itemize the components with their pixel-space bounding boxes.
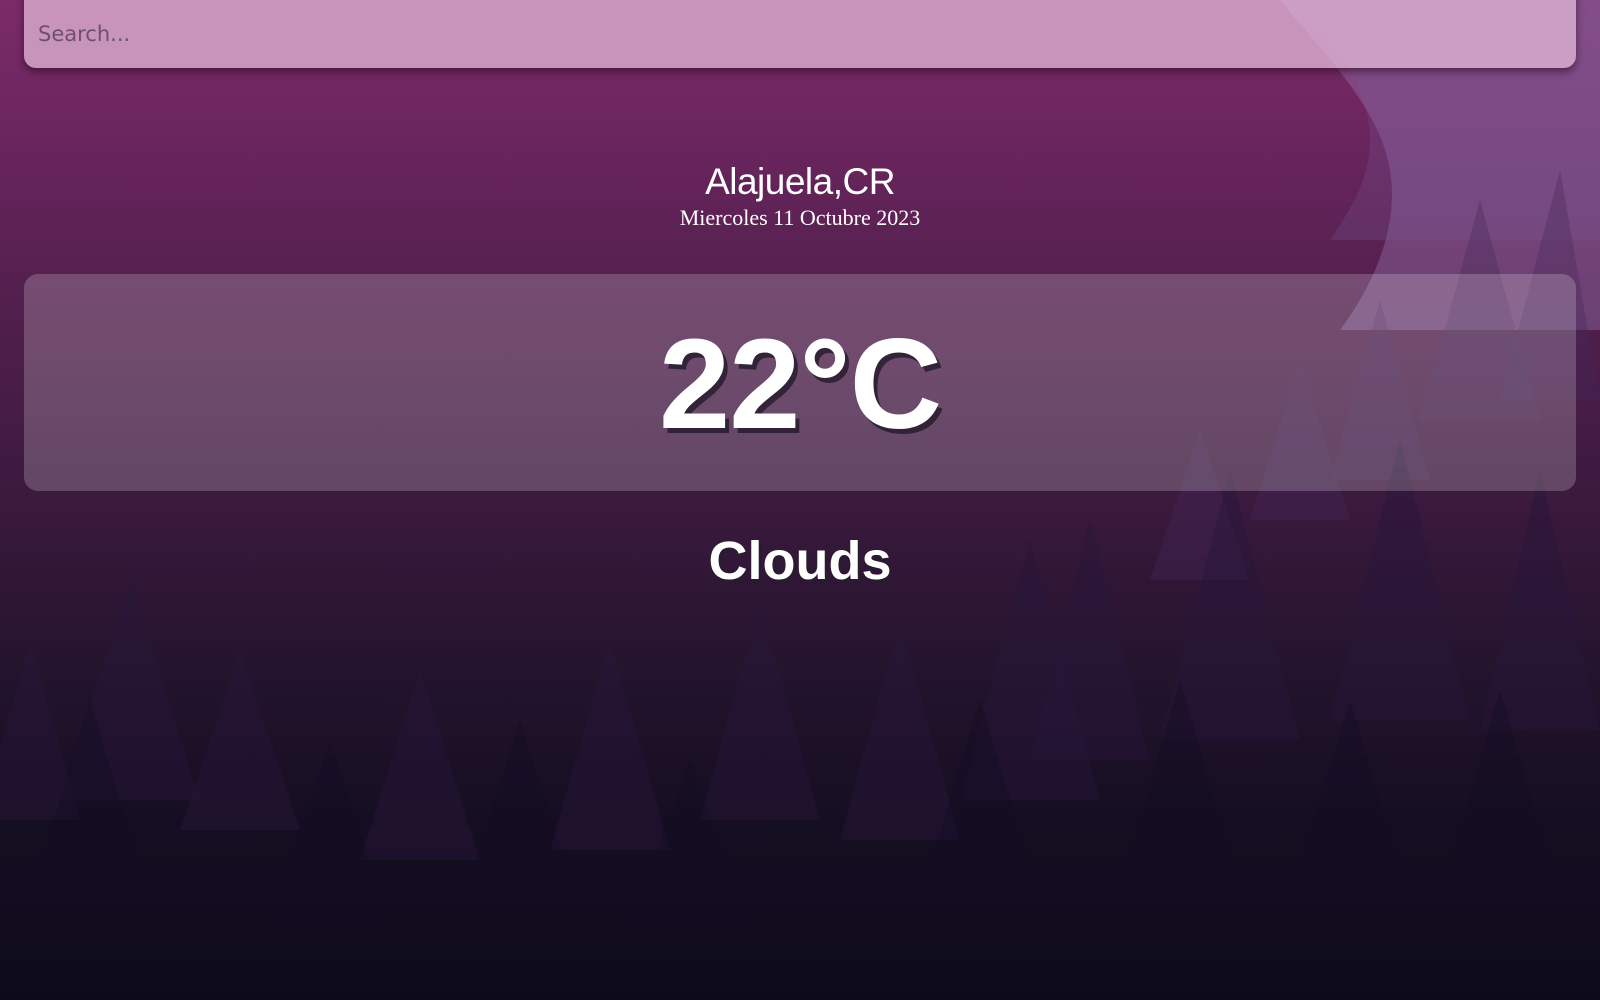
temperature-value: 22°C bbox=[659, 312, 942, 456]
city-name: Alajuela,CR bbox=[705, 161, 895, 202]
search-bar[interactable] bbox=[24, 0, 1576, 68]
temperature-panel: 22°C bbox=[24, 274, 1576, 491]
forest-background-image bbox=[0, 0, 1600, 930]
location-header: Alajuela,CR Miercoles 11 Octubre 2023 bbox=[0, 160, 1600, 232]
search-input[interactable] bbox=[24, 0, 1576, 68]
current-date: Miercoles 11 Octubre 2023 bbox=[679, 205, 921, 230]
weather-condition: Clouds bbox=[708, 531, 892, 591]
